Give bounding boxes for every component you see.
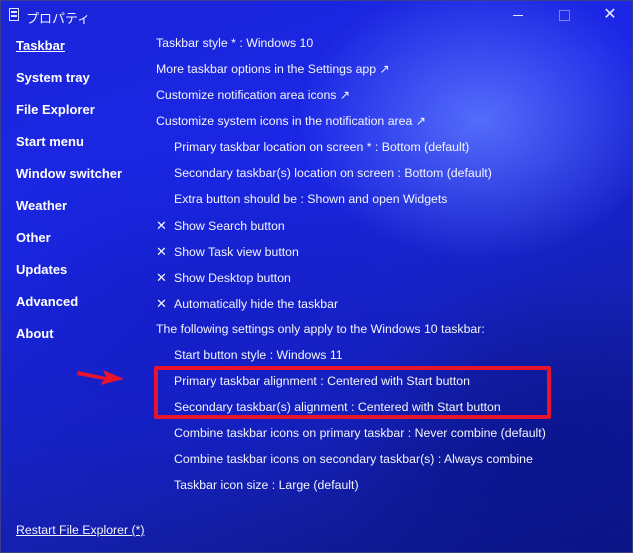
show-search-label: Show Search button bbox=[174, 219, 285, 233]
checkmark-icon: ✕ bbox=[156, 296, 167, 311]
auto-hide-label: Automatically hide the taskbar bbox=[174, 297, 339, 311]
sidebar-item-about[interactable]: About bbox=[16, 326, 54, 341]
window-title: プロパティ bbox=[26, 11, 91, 26]
sidebar-item-weather[interactable]: Weather bbox=[16, 198, 67, 213]
show-task-view-label: Show Task view button bbox=[174, 245, 299, 259]
extra-button-setting[interactable]: Extra button should be : Shown and open … bbox=[174, 192, 447, 210]
show-desktop-label: Show Desktop button bbox=[174, 271, 291, 285]
checkmark-icon: ✕ bbox=[156, 218, 167, 233]
more-taskbar-options-link[interactable]: More taskbar options in the Settings app… bbox=[156, 62, 390, 80]
sidebar-item-window-switcher[interactable]: Window switcher bbox=[16, 166, 122, 181]
primary-location-setting[interactable]: Primary taskbar location on screen * : B… bbox=[174, 140, 469, 158]
icon-size-setting[interactable]: Taskbar icon size : Large (default) bbox=[174, 478, 359, 496]
show-task-view-checkbox[interactable]: ✕ Show Task view button bbox=[156, 244, 299, 262]
checkmark-icon: ✕ bbox=[156, 244, 167, 259]
settings-panel: Taskbar style * : Windows 10 More taskba… bbox=[156, 0, 626, 553]
sidebar-item-start-menu[interactable]: Start menu bbox=[16, 134, 84, 149]
app-icon bbox=[9, 8, 19, 21]
highlight-box bbox=[154, 366, 551, 419]
auto-hide-checkbox[interactable]: ✕ Automatically hide the taskbar bbox=[156, 296, 338, 314]
combine-primary-setting[interactable]: Combine taskbar icons on primary taskbar… bbox=[174, 426, 546, 444]
taskbar-style-setting[interactable]: Taskbar style * : Windows 10 bbox=[156, 36, 313, 54]
sidebar-item-file-explorer[interactable]: File Explorer bbox=[16, 102, 95, 117]
sidebar-item-taskbar[interactable]: Taskbar bbox=[16, 38, 65, 53]
sidebar-item-advanced[interactable]: Advanced bbox=[16, 294, 78, 309]
sidebar-item-system-tray[interactable]: System tray bbox=[16, 70, 90, 85]
show-search-checkbox[interactable]: ✕ Show Search button bbox=[156, 218, 285, 236]
combine-secondary-setting[interactable]: Combine taskbar icons on secondary taskb… bbox=[174, 452, 533, 470]
sidebar-item-updates[interactable]: Updates bbox=[16, 262, 67, 277]
show-desktop-checkbox[interactable]: ✕ Show Desktop button bbox=[156, 270, 291, 288]
secondary-location-setting[interactable]: Secondary taskbar(s) location on screen … bbox=[174, 166, 492, 184]
red-arrow-icon bbox=[77, 370, 124, 385]
start-button-style-setting[interactable]: Start button style : Windows 11 bbox=[174, 348, 343, 366]
restart-explorer-link[interactable]: Restart File Explorer (*) bbox=[16, 523, 144, 537]
checkmark-icon: ✕ bbox=[156, 270, 167, 285]
windows10-note: The following settings only apply to the… bbox=[156, 322, 485, 336]
sidebar-item-other[interactable]: Other bbox=[16, 230, 51, 245]
customize-notification-icons-link[interactable]: Customize notification area icons ↗ bbox=[156, 88, 350, 106]
customize-system-icons-link[interactable]: Customize system icons in the notificati… bbox=[156, 114, 426, 132]
